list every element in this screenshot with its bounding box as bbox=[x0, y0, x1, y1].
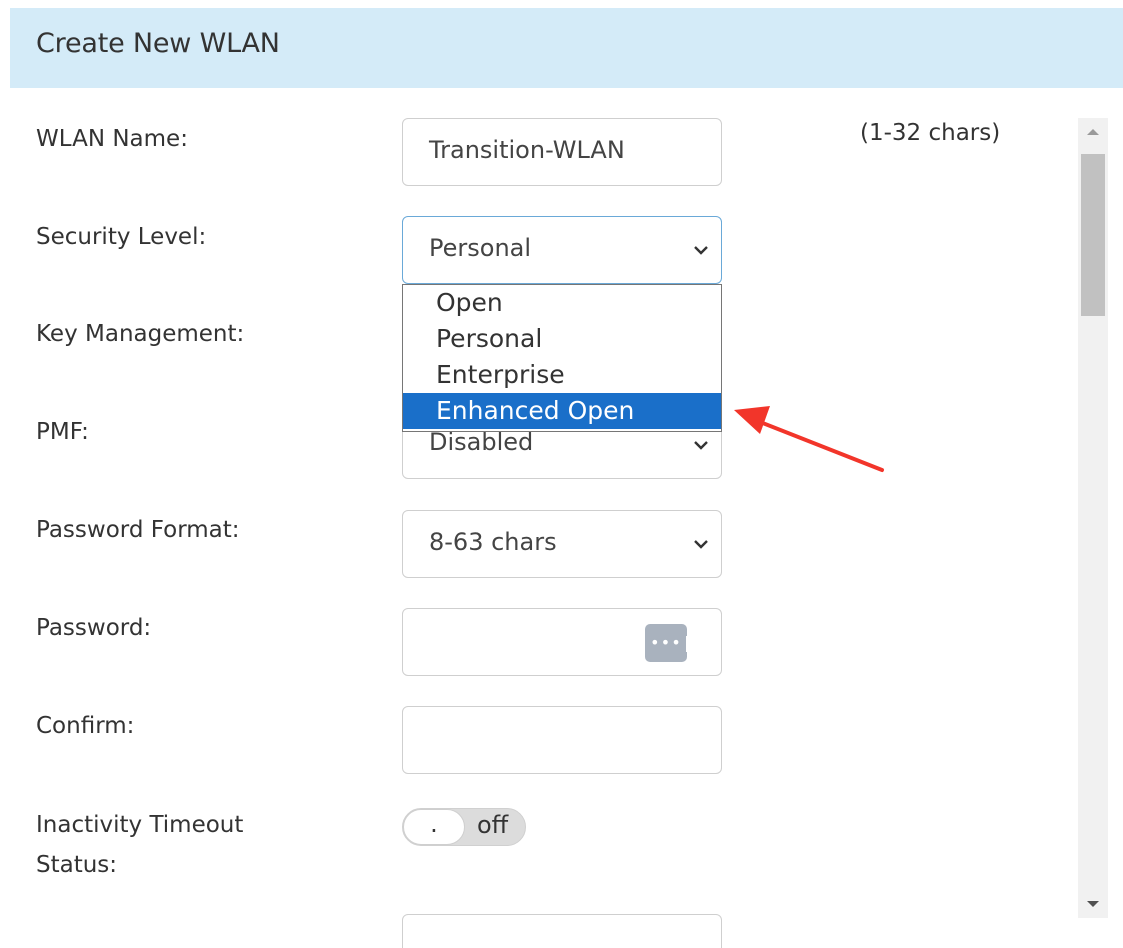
security-level-value: Personal bbox=[429, 234, 532, 262]
password-dots-icon[interactable]: •••| bbox=[645, 624, 692, 662]
security-level-dropdown: Open Personal Enterprise Enhanced Open bbox=[402, 284, 722, 432]
toggle-state: off bbox=[477, 811, 509, 839]
dialog-title: Create New WLAN bbox=[36, 28, 280, 59]
wlan-name-hint: (1-32 chars) bbox=[860, 120, 1001, 146]
vertical-scrollbar[interactable] bbox=[1078, 118, 1108, 918]
pmf-label: PMF: bbox=[36, 419, 89, 445]
scroll-up-icon[interactable] bbox=[1078, 118, 1108, 146]
chevron-down-icon bbox=[694, 441, 708, 450]
dropdown-option-enterprise[interactable]: Enterprise bbox=[403, 357, 721, 393]
chevron-down-icon bbox=[694, 540, 708, 549]
password-dots-glyph: •••| bbox=[650, 633, 693, 652]
password-input[interactable]: •••| bbox=[402, 608, 722, 676]
inactivity-timeout-label: Inactivity Timeout bbox=[36, 812, 244, 838]
password-format-value: 8-63 chars bbox=[429, 528, 557, 556]
dropdown-option-open[interactable]: Open bbox=[403, 285, 721, 321]
dialog-header: Create New WLAN bbox=[10, 8, 1123, 88]
security-level-label: Security Level: bbox=[36, 224, 207, 250]
key-management-label: Key Management: bbox=[36, 321, 245, 347]
next-field[interactable] bbox=[402, 914, 722, 948]
confirm-label: Confirm: bbox=[36, 713, 135, 739]
wlan-name-value: Transition-WLAN bbox=[429, 136, 625, 164]
inactivity-timeout-label-status: Status: bbox=[36, 852, 118, 878]
scroll-thumb[interactable] bbox=[1081, 154, 1105, 316]
annotation-arrow-icon bbox=[734, 406, 884, 472]
security-level-select[interactable]: Personal bbox=[402, 216, 722, 284]
toggle-knob: . bbox=[403, 809, 465, 845]
scroll-down-icon[interactable] bbox=[1078, 890, 1108, 918]
wlan-name-label: WLAN Name: bbox=[36, 126, 188, 152]
dropdown-option-personal[interactable]: Personal bbox=[403, 321, 721, 357]
inactivity-timeout-toggle[interactable]: . off bbox=[402, 808, 526, 846]
chevron-down-icon bbox=[694, 246, 708, 255]
wlan-name-input[interactable]: Transition-WLAN bbox=[402, 118, 722, 186]
pmf-value: Disabled bbox=[429, 428, 534, 456]
password-label: Password: bbox=[36, 615, 152, 641]
confirm-input[interactable] bbox=[402, 706, 722, 774]
form-panel: WLAN Name: Transition-WLAN (1-32 chars) … bbox=[10, 88, 1123, 948]
password-format-label: Password Format: bbox=[36, 517, 240, 543]
password-format-select[interactable]: 8-63 chars bbox=[402, 510, 722, 578]
dropdown-option-enhanced-open[interactable]: Enhanced Open bbox=[403, 393, 721, 429]
